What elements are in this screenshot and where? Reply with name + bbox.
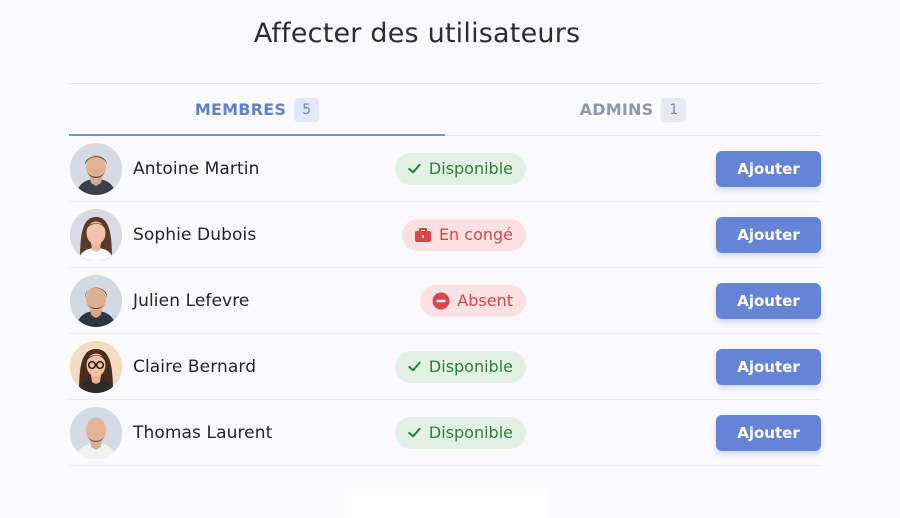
add-user-button[interactable]: Ajouter [716, 282, 821, 319]
status-badge: Disponible [394, 152, 526, 185]
tab-admins-count: 1 [661, 97, 687, 122]
user-name: Sophie Dubois [133, 224, 257, 245]
status-badge: Absent [420, 284, 526, 317]
tab-members-label: MEMBRES [194, 100, 287, 119]
tab-members-count: 5 [294, 97, 320, 122]
tab-bar: MEMBRES 5 ADMINS 1 [69, 84, 821, 136]
user-name: Antoine Martin [133, 158, 260, 179]
user-row: Thomas Laurent Disponible Ajouter [69, 400, 821, 466]
avatar [70, 142, 122, 195]
status-badge: Disponible [394, 350, 526, 383]
user-name: Julien Lefevre [133, 290, 250, 311]
briefcase-icon [414, 227, 432, 243]
user-row: Antoine Martin Disponible Ajouter [69, 136, 821, 202]
user-name: Claire Bernard [133, 356, 257, 377]
check-icon [407, 161, 422, 176]
bottom-bar [344, 488, 550, 518]
tab-admins[interactable]: ADMINS 1 [445, 84, 821, 135]
status-label: Disponible [428, 357, 513, 376]
minus-circle-icon [432, 292, 450, 310]
status-badge: Disponible [394, 416, 526, 449]
user-list: Antoine Martin Disponible Ajouter Sophie… [69, 136, 821, 466]
assign-users-panel: MEMBRES 5 ADMINS 1 Antoine Martin Dispon… [69, 83, 821, 471]
user-row: Claire Bernard Disponible Ajouter [69, 334, 821, 400]
tab-members[interactable]: MEMBRES 5 [69, 84, 445, 136]
user-row: Julien Lefevre Absent Ajouter [69, 268, 821, 334]
avatar [70, 208, 122, 261]
status-label: Absent [457, 291, 513, 310]
user-name: Thomas Laurent [133, 422, 273, 443]
check-icon [407, 425, 422, 440]
add-user-button[interactable]: Ajouter [716, 216, 821, 253]
add-user-button[interactable]: Ajouter [716, 150, 821, 187]
user-row: Sophie Dubois En congé Ajouter [69, 202, 821, 268]
avatar [70, 406, 122, 459]
status-label: En congé [438, 225, 513, 244]
status-badge: En congé [401, 218, 526, 251]
tab-admins-label: ADMINS [579, 100, 654, 119]
add-user-button[interactable]: Ajouter [716, 414, 821, 451]
check-icon [407, 359, 422, 374]
page-title: Affecter des utilisateurs [253, 18, 581, 49]
status-label: Disponible [428, 423, 513, 442]
add-user-button[interactable]: Ajouter [716, 348, 821, 385]
status-label: Disponible [428, 159, 513, 178]
avatar [70, 274, 122, 327]
avatar [70, 340, 122, 393]
